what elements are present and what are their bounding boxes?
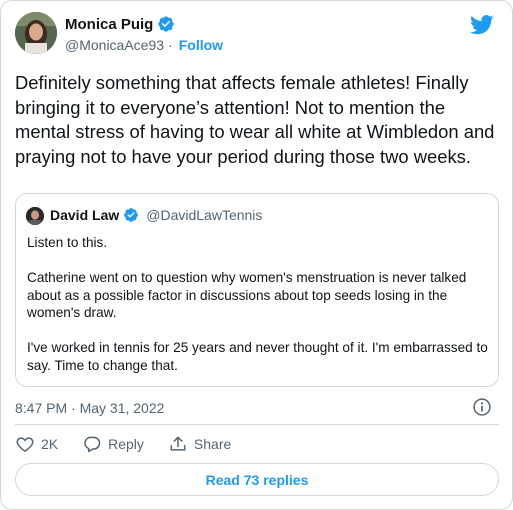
quoted-paragraph: Listen to this.	[27, 235, 108, 250]
author-name-row: Monica Puig	[65, 15, 175, 33]
reply-icon	[84, 436, 101, 453]
reply-button[interactable]: Reply	[82, 434, 144, 454]
read-replies-label: Read 73 replies	[205, 471, 309, 488]
quoted-author-avatar[interactable]	[26, 207, 44, 225]
follow-button[interactable]: Follow	[179, 37, 223, 53]
verified-badge-icon	[124, 208, 139, 222]
read-replies-button[interactable]: Read 73 replies	[15, 463, 499, 496]
verified-badge-icon	[158, 16, 175, 32]
quoted-paragraph: I've worked in tennis for 25 years and n…	[27, 340, 488, 373]
quoted-tweet-text: Listen to this. Catherine went on to que…	[27, 234, 489, 392]
separator-dot: ·	[168, 37, 173, 53]
quoted-author-handle: @DavidLawTennis	[146, 207, 263, 223]
divider	[15, 424, 499, 425]
quoted-author-name: David Law	[50, 207, 120, 223]
quoted-author-row: David Law @DavidLawTennis	[50, 207, 262, 223]
tweet-text: Definitely something that affects female…	[15, 72, 495, 167]
share-label: Share	[193, 436, 232, 452]
tweet-embed-card: Monica Puig @MonicaAce93 · Follow Defini…	[0, 0, 513, 510]
quoted-paragraph: Catherine went on to question why women'…	[27, 270, 467, 320]
share-button[interactable]: Share	[168, 434, 231, 454]
info-icon[interactable]	[472, 397, 492, 417]
tweet-timestamp[interactable]: 8:47 PM · May 31, 2022	[15, 400, 164, 416]
author-handle[interactable]: @MonicaAce93	[65, 37, 164, 53]
twitter-bird-icon[interactable]	[470, 15, 494, 35]
like-button[interactable]: 2K	[15, 434, 58, 454]
quoted-tweet[interactable]: David Law @DavidLawTennis Listen to this…	[15, 193, 499, 387]
action-bar: 2K Reply Share	[15, 434, 255, 454]
reply-label: Reply	[108, 436, 144, 452]
author-name[interactable]: Monica Puig	[65, 16, 153, 33]
like-count: 2K	[41, 436, 59, 452]
author-avatar[interactable]	[15, 12, 57, 54]
author-handle-row: @MonicaAce93 · Follow	[65, 37, 223, 53]
share-icon	[170, 436, 186, 451]
heart-icon	[16, 437, 34, 452]
